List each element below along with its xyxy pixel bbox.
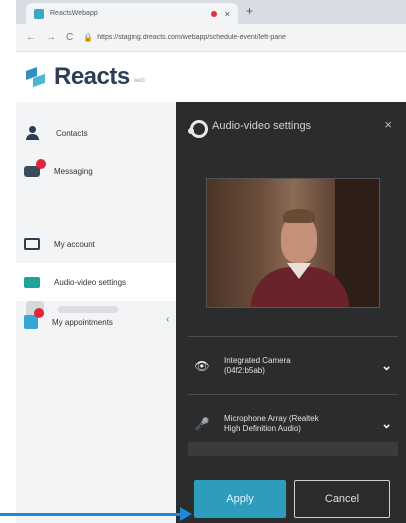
- messaging-icon: [24, 158, 46, 177]
- tab-title: ReactsWebapp: [50, 10, 98, 17]
- video-camera-icon: [24, 276, 40, 288]
- reload-icon[interactable]: C: [66, 32, 73, 43]
- apply-button[interactable]: Apply: [194, 480, 286, 518]
- browser-tab[interactable]: ReactsWebapp ×: [26, 3, 238, 24]
- tab-close-icon[interactable]: ×: [225, 9, 230, 19]
- account-card-icon: [24, 238, 40, 250]
- lock-icon: 🔒: [83, 33, 94, 42]
- sidebar-item-my-account[interactable]: My account: [16, 225, 176, 263]
- new-tab-button[interactable]: +: [246, 4, 253, 18]
- notification-badge: [36, 158, 46, 169]
- audio-video-settings-panel: Audio-video settings × 👁 Integrated Came…: [176, 102, 406, 523]
- camera-select[interactable]: 👁 Integrated Camera (04f2:b5ab) ⌄: [176, 340, 406, 392]
- calendar-icon: [24, 308, 44, 329]
- brand-subtitle: web: [133, 78, 145, 84]
- reacts-logo-icon: [26, 66, 46, 88]
- audio-level-meter: [188, 442, 398, 456]
- panel-header: Audio-video settings: [176, 102, 406, 150]
- close-icon[interactable]: ×: [384, 117, 392, 132]
- camera-label: Integrated Camera (04f2:b5ab): [224, 356, 291, 375]
- collapse-chevron-icon[interactable]: ‹: [166, 314, 169, 325]
- url-field[interactable]: https://staging.dreacts.com/webapp/sched…: [97, 34, 286, 41]
- microphone-label: Microphone Array (Realtek High Definitio…: [224, 414, 319, 433]
- sidebar-item-label: Messaging: [54, 166, 93, 176]
- sidebar-item-audio-video-settings[interactable]: Audio-video settings: [16, 263, 176, 301]
- app-header: Reacts web: [16, 52, 406, 102]
- notification-badge: [34, 308, 44, 318]
- brand-name: Reacts: [54, 63, 130, 90]
- recording-icon: [210, 10, 217, 17]
- microphone-icon: 🎤: [194, 417, 210, 431]
- cancel-button[interactable]: Cancel: [294, 480, 390, 518]
- sidebar-item-my-appointments[interactable]: My appointments: [16, 303, 176, 341]
- panel-title: Audio-video settings: [212, 120, 312, 132]
- camera-preview: [206, 178, 380, 308]
- divider: [188, 394, 398, 395]
- browser-tab-bar: ReactsWebapp × +: [16, 0, 406, 24]
- back-icon[interactable]: ←: [26, 32, 36, 43]
- address-bar: ← → C 🔒 https://staging.dreacts.com/weba…: [16, 24, 406, 52]
- settings-icon: [188, 118, 208, 138]
- favicon-icon: [34, 8, 44, 19]
- annotation-arrow-line: [0, 513, 180, 516]
- sidebar-item-contacts[interactable]: Contacts: [16, 114, 176, 152]
- sidebar-item-label: Audio-video settings: [54, 277, 127, 287]
- chevron-down-icon[interactable]: ⌄: [381, 416, 392, 432]
- sidebar-item-label: My account: [54, 239, 95, 249]
- sidebar-item-label: Contacts: [56, 128, 88, 138]
- divider: [188, 336, 398, 337]
- sidebar: Contacts Messaging My account Audio-vide…: [16, 102, 176, 523]
- chevron-down-icon[interactable]: ⌄: [381, 358, 392, 374]
- sidebar-item-messaging[interactable]: Messaging: [16, 152, 176, 190]
- annotation-arrow-head-icon: [180, 507, 192, 521]
- contacts-icon: [24, 126, 42, 140]
- sidebar-item-label: My appointments: [52, 317, 113, 327]
- forward-icon[interactable]: →: [46, 32, 56, 43]
- eye-icon: 👁: [194, 359, 210, 373]
